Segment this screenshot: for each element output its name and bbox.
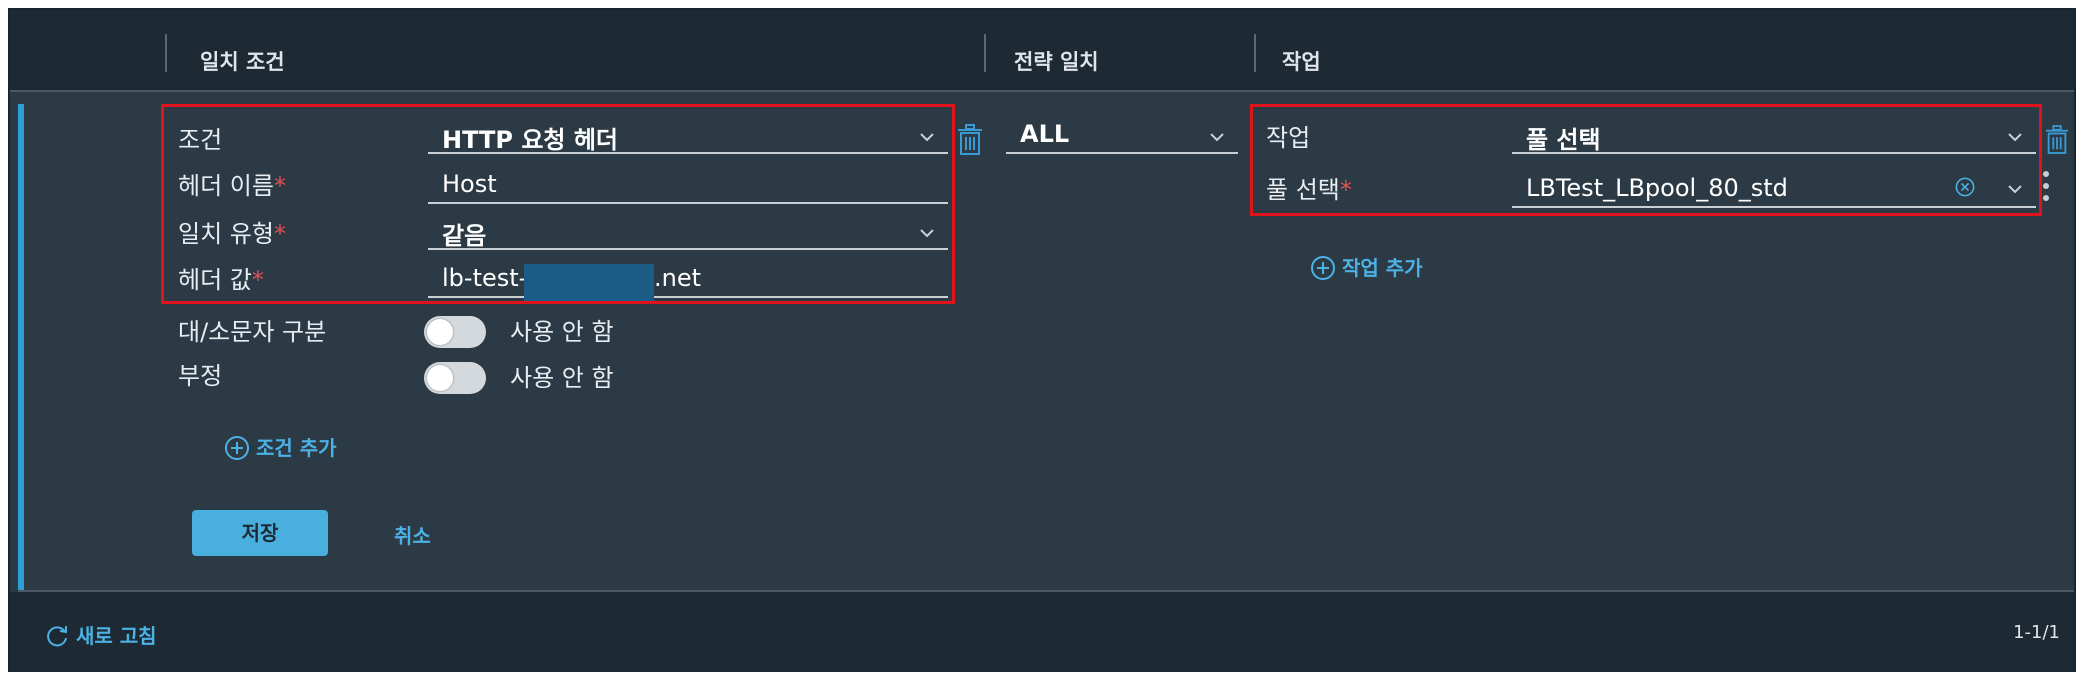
plus-circle-icon	[1311, 256, 1335, 280]
case-sensitive-state: 사용 안 함	[510, 318, 614, 346]
pagination-info: 1-1/1	[2013, 622, 2060, 643]
add-condition-link[interactable]: 조건 추가	[224, 432, 337, 461]
refresh-icon	[47, 626, 67, 647]
header-separator	[984, 34, 986, 72]
header-strategy-match: 전략 일치	[1014, 50, 1099, 74]
table-footer: 새로 고침 1-1/1	[10, 592, 2074, 672]
header-separator	[165, 34, 167, 72]
case-sensitive-label: 대/소문자 구분	[178, 318, 327, 346]
trash-icon[interactable]	[956, 124, 984, 156]
cancel-button[interactable]: 취소	[394, 520, 431, 549]
chevron-down-icon	[1210, 133, 1224, 142]
strategy-select[interactable]: ALL	[1006, 112, 1238, 154]
header-separator	[1254, 34, 1256, 72]
highlight-box-actions	[1250, 104, 2042, 216]
toggle-knob	[427, 319, 453, 345]
plus-circle-icon	[225, 436, 249, 460]
highlight-box-conditions	[161, 104, 955, 304]
save-button[interactable]: 저장	[192, 510, 328, 556]
negate-label: 부정	[178, 362, 223, 390]
kebab-icon[interactable]	[2042, 168, 2050, 204]
add-action-link[interactable]: 작업 추가	[1310, 252, 1423, 281]
table-header: 일치 조건 전략 일치 작업	[10, 10, 2074, 92]
refresh-button[interactable]: 새로 고침	[44, 620, 157, 649]
trash-icon[interactable]	[2044, 124, 2070, 156]
rule-editor-panel: 일치 조건 전략 일치 작업 조건 HTTP 요청 헤더 헤더 이름* Host…	[8, 8, 2076, 672]
negate-state: 사용 안 함	[510, 364, 614, 392]
header-match-conditions: 일치 조건	[200, 50, 285, 74]
toggle-knob	[427, 365, 453, 391]
negate-toggle[interactable]	[424, 362, 486, 394]
row-selection-bar	[18, 104, 24, 594]
case-sensitive-toggle[interactable]	[424, 316, 486, 348]
header-action: 작업	[1282, 50, 1321, 74]
strategy-value: ALL	[1020, 120, 1070, 148]
